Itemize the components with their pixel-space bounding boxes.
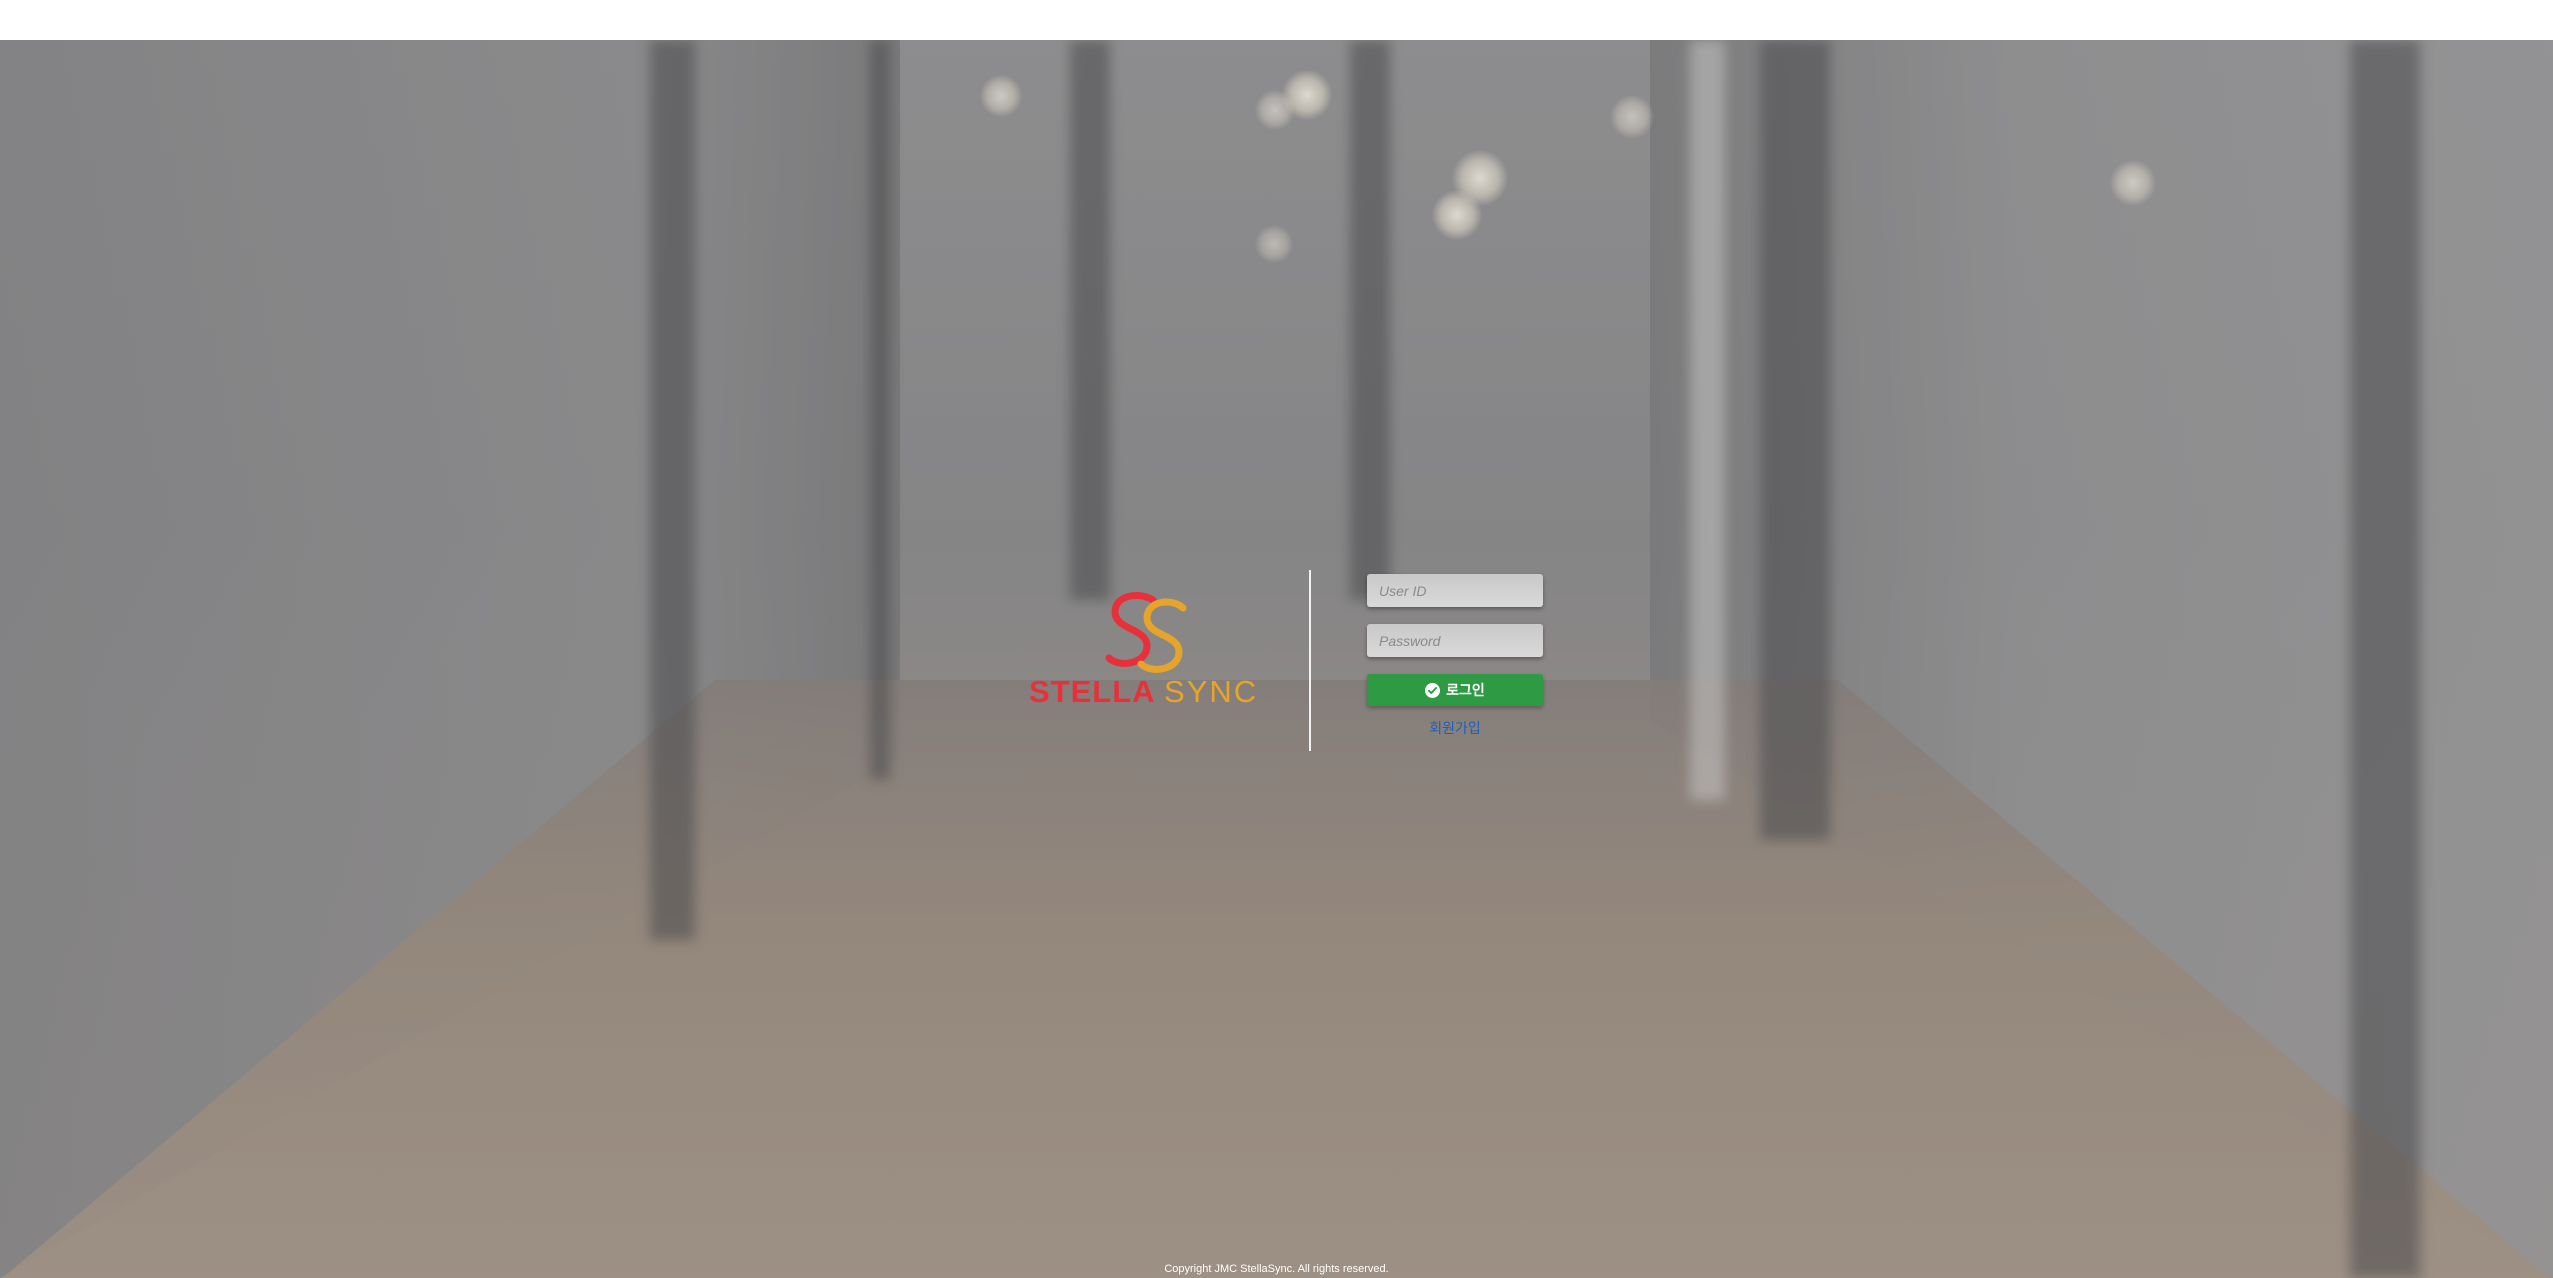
check-circle-icon <box>1425 682 1441 698</box>
login-button-label: 로그인 <box>1446 682 1485 698</box>
signup-link[interactable]: 회원가입 <box>1367 718 1543 738</box>
logo-text: STELLA SYNC <box>1029 674 1269 709</box>
logo-text-sync: SYNC <box>1164 674 1259 709</box>
stella-sync-logo: STELLA SYNC <box>1029 590 1269 709</box>
user-id-input[interactable] <box>1367 574 1543 607</box>
logo-text-stella: STELLA <box>1029 674 1155 709</box>
login-panel: STELLA SYNC 로그인 회원가입 <box>1020 568 1580 753</box>
stella-sync-logo-icon <box>1105 592 1187 673</box>
password-input[interactable] <box>1367 624 1543 657</box>
login-button[interactable]: 로그인 <box>1367 674 1543 706</box>
top-bar <box>0 0 2553 40</box>
vertical-divider <box>1309 570 1311 751</box>
copyright-footer: Copyright JMC StellaSync. All rights res… <box>1164 1263 1389 1275</box>
